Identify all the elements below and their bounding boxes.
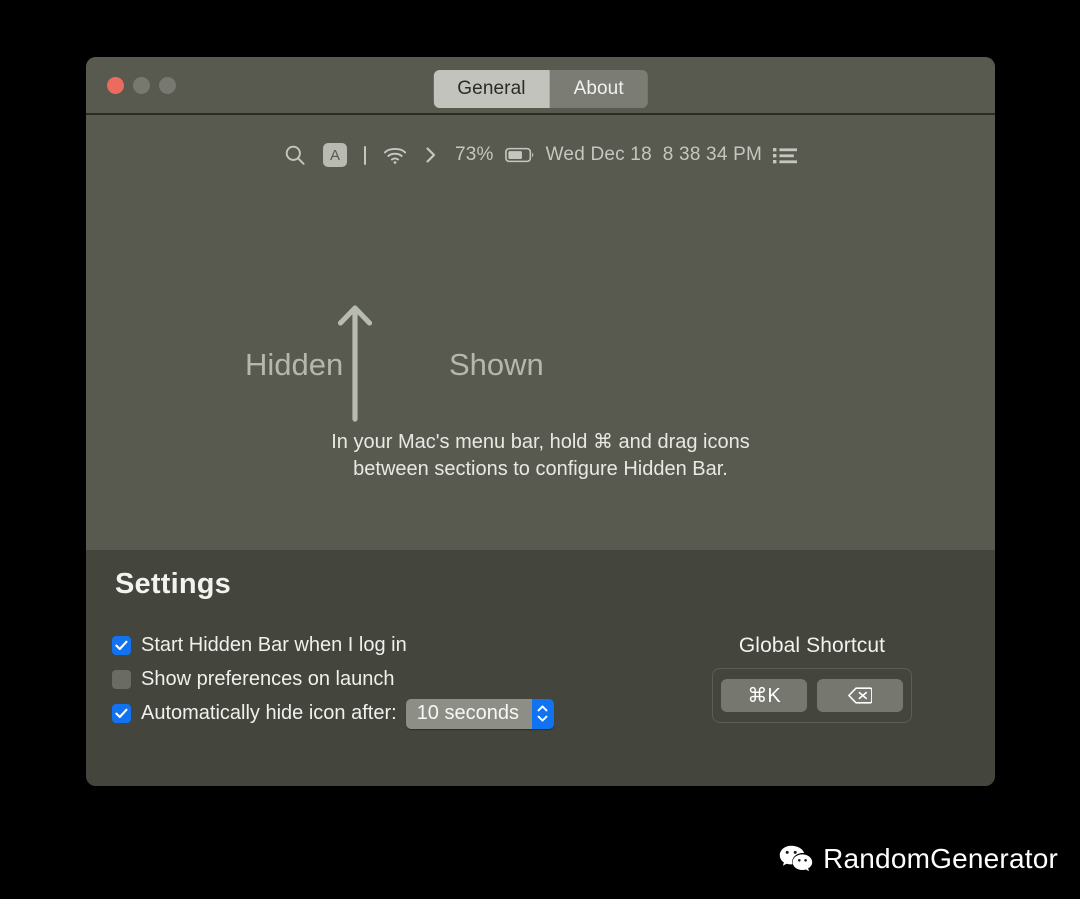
watermark: RandomGenerator	[779, 843, 1058, 875]
stepper-arrows[interactable]	[531, 698, 554, 729]
tab-about[interactable]: About	[549, 70, 648, 108]
settings-heading: Settings	[115, 568, 231, 600]
arrow-up-icon	[333, 297, 377, 427]
checkbox-start-at-login[interactable]	[112, 636, 131, 655]
checkbox-show-preferences[interactable]	[112, 670, 131, 689]
maximize-window-button[interactable]	[159, 76, 176, 94]
setting-show-preferences[interactable]: Show preferences on launch	[112, 666, 554, 693]
instruction-line-2: between sections to configure Hidden Bar…	[353, 458, 728, 480]
battery-icon[interactable]	[504, 140, 535, 170]
settings-checkbox-group: Start Hidden Bar when I log in Show pref…	[112, 632, 554, 729]
shortcut-clear-button[interactable]	[817, 679, 903, 712]
instruction-text: In your Mac's menu bar, hold ⌘ and drag …	[86, 429, 995, 483]
hidden-shown-row: Hidden Shown	[86, 301, 995, 422]
setting-start-at-login-label: Start Hidden Bar when I log in	[141, 634, 407, 656]
setting-auto-hide[interactable]: Automatically hide icon after: 10 second…	[112, 698, 554, 729]
list-icon[interactable]	[772, 140, 797, 170]
menubar-preview-panel: A 73% Wed Dec 18 8 38 34 PM Hidden Shown…	[86, 115, 995, 550]
tab-bar: General About	[433, 70, 648, 108]
preferences-window: General About A 73% Wed Dec 18 8 38 34 P…	[86, 57, 995, 786]
delete-backward-icon	[848, 687, 872, 704]
hidden-section-label: Hidden	[245, 347, 344, 382]
close-window-button[interactable]	[107, 76, 124, 94]
instruction-line-1: In your Mac's menu bar, hold ⌘ and drag …	[331, 431, 750, 453]
shortcut-key-button[interactable]: ⌘K	[721, 679, 807, 712]
window-controls	[107, 57, 176, 113]
menubar-simulation: A 73% Wed Dec 18 8 38 34 PM	[86, 140, 995, 170]
input-source-icon[interactable]: A	[323, 140, 347, 170]
screen: General About A 73% Wed Dec 18 8 38 34 P…	[0, 0, 1080, 899]
tab-general[interactable]: General	[433, 70, 550, 108]
chevron-right-icon[interactable]	[424, 140, 438, 170]
watermark-text: RandomGenerator	[823, 843, 1058, 874]
auto-hide-delay-stepper[interactable]: 10 seconds	[405, 698, 554, 729]
wifi-icon[interactable]	[383, 140, 407, 170]
minimize-window-button[interactable]	[133, 76, 150, 94]
battery-percent-label: 73%	[455, 144, 494, 165]
setting-auto-hide-label: Automatically hide icon after:	[141, 702, 397, 724]
setting-start-at-login[interactable]: Start Hidden Bar when I log in	[112, 632, 554, 659]
setting-show-preferences-label: Show preferences on launch	[141, 668, 395, 690]
auto-hide-delay-value[interactable]: 10 seconds	[405, 698, 532, 729]
checkbox-auto-hide[interactable]	[112, 704, 131, 723]
search-icon[interactable]	[284, 140, 306, 170]
divider-bar-icon	[364, 140, 366, 170]
chevron-up-icon	[538, 705, 548, 712]
global-shortcut-recorder[interactable]: ⌘K	[712, 668, 912, 723]
global-shortcut-block: Global Shortcut ⌘K	[712, 634, 912, 723]
menubar-clock[interactable]: Wed Dec 18 8 38 34 PM	[546, 140, 762, 170]
chevron-down-icon	[538, 715, 548, 722]
global-shortcut-label: Global Shortcut	[738, 634, 886, 657]
window-titlebar: General About	[86, 57, 995, 115]
wechat-logo	[779, 845, 813, 871]
shown-section-label: Shown	[449, 347, 544, 382]
settings-panel: Settings Start Hidden Bar when I log in …	[86, 550, 995, 786]
